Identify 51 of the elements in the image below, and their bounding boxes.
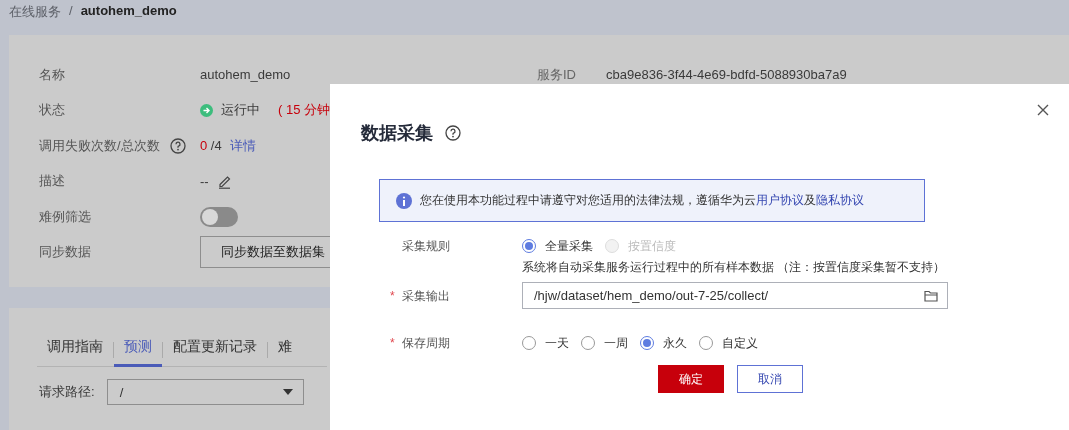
cancel-button[interactable]: 取消 <box>737 365 803 393</box>
folder-icon[interactable] <box>924 289 938 302</box>
field-value: -- <box>200 173 209 189</box>
radio-label[interactable]: 全量采集 <box>545 237 593 255</box>
close-icon[interactable] <box>1037 104 1049 116</box>
status-duration: ( 15 分钟 <box>278 101 330 120</box>
form-label: 保存周期 <box>402 336 450 350</box>
details-link[interactable]: 详情 <box>229 136 256 155</box>
radio-label[interactable]: 自定义 <box>722 334 758 352</box>
field-value: autohem_demo <box>200 67 291 83</box>
toggle-switch[interactable] <box>200 206 238 227</box>
tab[interactable]: 难 <box>268 334 302 367</box>
radio-label: 按置信度 <box>628 237 676 255</box>
running-status-icon <box>200 103 213 117</box>
field-label: 难例筛选 <box>39 207 91 226</box>
field-value: cba9e836-3f44-4e69-bdfd-5088930ba7a9 <box>606 67 847 82</box>
agreement-link[interactable]: 用户协议 <box>756 193 804 207</box>
dialog-title: 数据采集 <box>361 122 433 145</box>
breadcrumb-current: autohem_demo <box>80 3 177 18</box>
radio-label[interactable]: 一天 <box>545 334 569 352</box>
form-label: 采集输出 <box>402 288 450 303</box>
notice-text: 您在使用本功能过程中请遵守对您适用的法律法规，遵循华为云用户协议及隐私协议 <box>420 192 864 209</box>
hint-text: 系统将自动采集服务运行过程中的所有样本数据 （注：按置信度采集暂不支持） <box>522 259 946 276</box>
field-label: 服务ID <box>537 65 576 84</box>
agreement-link[interactable]: 隐私协议 <box>816 193 864 207</box>
field-label: 请求路径: <box>39 383 95 401</box>
status-text: 运行中 <box>221 101 260 120</box>
field-label: 描述 <box>39 172 65 191</box>
field-label: 调用失败次数/总次数 <box>39 136 160 155</box>
required-mark: * <box>390 335 395 352</box>
radio-label[interactable]: 永久 <box>663 334 687 352</box>
help-icon[interactable] <box>445 125 461 141</box>
breadcrumb-link[interactable]: 在线服务 <box>9 3 61 21</box>
tab[interactable]: 预测 <box>114 334 162 367</box>
tab[interactable]: 配置更新记录 <box>163 334 267 367</box>
info-icon <box>396 192 412 209</box>
tab[interactable]: 调用指南 <box>37 334 113 367</box>
field-label: 状态 <box>39 101 65 120</box>
edit-icon[interactable] <box>216 173 233 190</box>
radio-label[interactable]: 一周 <box>604 334 628 352</box>
path-dropdown[interactable]: / <box>106 379 304 405</box>
required-mark: * <box>390 287 395 305</box>
help-icon[interactable] <box>169 137 186 154</box>
call-count: 0 /4 <box>200 138 222 154</box>
path-field[interactable]: /hjw/dataset/hem_demo/out-7-25/collect/ <box>522 282 948 309</box>
field-label: 同步数据 <box>39 243 91 262</box>
form-label: 采集规则 <box>402 239 450 253</box>
caret-icon <box>282 389 293 395</box>
confirm-button[interactable]: 确定 <box>658 365 724 393</box>
field-label: 名称 <box>39 65 65 84</box>
breadcrumb-separator: / <box>69 3 73 18</box>
